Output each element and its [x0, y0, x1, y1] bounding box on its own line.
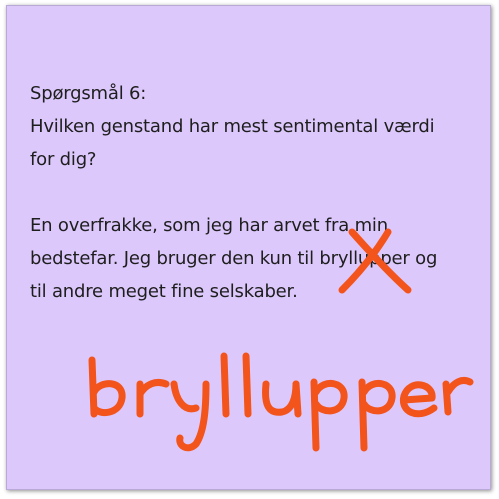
answer-line-1: En overfrakke, som jeg har arvet fra min	[30, 215, 388, 236]
note-text: Spørgsmål 6: Hvilken genstand har mest s…	[30, 77, 470, 308]
question-line-2: for dig?	[30, 149, 97, 170]
question-title: Spørgsmål 6:	[30, 83, 147, 104]
sticky-note: Spørgsmål 6: Hvilken genstand har mest s…	[6, 5, 491, 490]
question-line-1: Hvilken genstand har mest sentimental væ…	[30, 116, 435, 137]
answer-line-3: til andre meget fine selskaber.	[30, 281, 298, 302]
answer-line-2: bedstefar. Jeg bruger den kun til bryllu…	[30, 248, 438, 269]
